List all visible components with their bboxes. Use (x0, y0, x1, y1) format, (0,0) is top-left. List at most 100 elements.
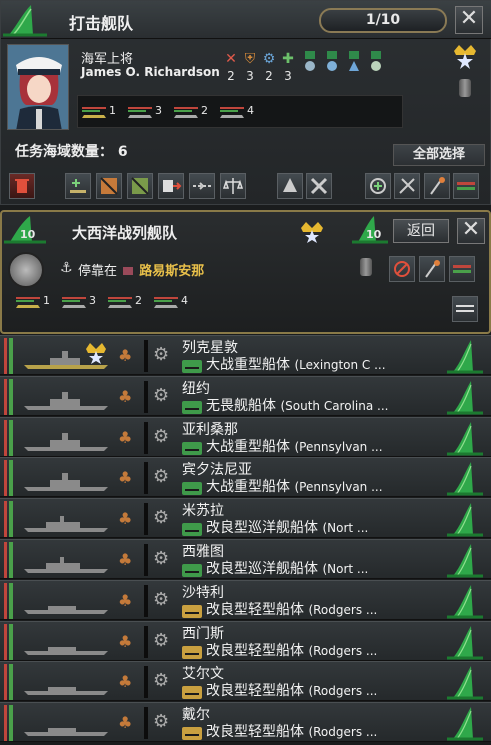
ship-row[interactable]: ♣ ⚙ 戴尔 改良型轻型船体 (Rodgers ... (0, 702, 491, 743)
ship-silhouette (20, 460, 112, 496)
port-icon[interactable] (8, 252, 44, 288)
add-ship-icon[interactable] (65, 173, 91, 199)
battleship-icon (182, 358, 202, 373)
cruiser-icon (182, 562, 202, 577)
status-bars (4, 623, 14, 660)
dd-icon (154, 294, 178, 308)
select-all-button[interactable]: 全部选择 (393, 144, 485, 166)
sail-icon[interactable] (445, 705, 485, 741)
gear-icon[interactable]: ⚙ (153, 548, 169, 569)
ship-row[interactable]: ♣ ⚙ 艾尔文 改良型轻型船体 (Rodgers ... (0, 661, 491, 702)
divider (144, 666, 148, 699)
ship-class-english: (Rodgers ... (308, 684, 378, 699)
status-bars (4, 705, 14, 742)
skill-value: 3 (284, 69, 292, 83)
formation-icon[interactable] (452, 296, 478, 322)
ship-silhouette (20, 420, 112, 456)
target-icon[interactable] (365, 173, 391, 199)
sail-icon[interactable] (445, 501, 485, 537)
gear-icon[interactable]: ⚙ (153, 630, 169, 651)
fleet-composition: 1 3 2 4 (16, 292, 216, 312)
dd-icon (220, 104, 244, 118)
ship-class-name: 改良型轻型船体 (206, 642, 304, 659)
fleet-stack-icon[interactable] (449, 256, 475, 282)
ship-row[interactable]: ♣ ⚙ 亚利桑那 大战重型船体 (Pennsylvan ... (0, 416, 491, 457)
c-icon (108, 294, 132, 308)
c-count: 2 (201, 104, 208, 117)
no-target-icon[interactable] (389, 256, 415, 282)
fleet-sail-icon (3, 3, 47, 37)
atlantic-fleet-panel: 10 大西洋战列舰队 10 返回 ✕ ⚓ 停靠在 路易斯安那 1 3 2 4 (0, 210, 491, 334)
ship-class-english: (Pennsylvan ... (294, 480, 383, 495)
status-bars (4, 419, 14, 456)
ship-class: 改良型轻型船体 (Rodgers ... (206, 721, 377, 741)
gear-icon[interactable]: ⚙ (153, 466, 169, 487)
admiral-portrait[interactable] (7, 44, 69, 130)
skill-value: 3 (246, 69, 254, 83)
dock-location[interactable]: 路易斯安那 (139, 264, 204, 279)
ship-class: 改良型巡洋舰船体 (Nort ... (206, 558, 368, 578)
ship-class: 无畏舰船体 (South Carolina ... (206, 395, 388, 415)
ship-class-english: (Rodgers ... (308, 643, 378, 658)
trash-icon[interactable] (9, 173, 35, 199)
ship-row[interactable]: ♣ ⚙ 沙特利 改良型轻型船体 (Rodgers ... (0, 579, 491, 620)
ship-row[interactable]: ♣ ⚙ 西雅图 改良型巡洋舰船体 (Nort ... (0, 539, 491, 579)
torch-icon[interactable] (424, 173, 450, 199)
arrange-icon[interactable] (189, 173, 215, 199)
mission-region-count: 任务海域数量： 6 (15, 144, 128, 160)
sail-icon[interactable] (445, 664, 485, 700)
gear-icon[interactable]: ⚙ (153, 426, 169, 447)
divider (144, 462, 148, 495)
ship-silhouette (20, 624, 112, 660)
ship-row[interactable]: ♣ ⚙ 纽约 无畏舰船体 (South Carolina ... (0, 375, 491, 416)
balance-icon[interactable] (220, 173, 246, 199)
sail-icon[interactable] (445, 624, 485, 660)
gear-icon[interactable]: ⚙ (153, 507, 169, 528)
gear-icon[interactable]: ⚙ (153, 670, 169, 691)
battleship-icon (182, 399, 202, 414)
sail-icon[interactable] (445, 338, 485, 374)
tools-icon[interactable] (394, 173, 420, 199)
sail-icon[interactable] (445, 460, 485, 496)
gear-icon[interactable]: ⚙ (153, 344, 169, 365)
divider (144, 707, 148, 740)
ship-class-name: 无畏舰船体 (206, 397, 276, 414)
crew-icon: ♣ (118, 509, 133, 529)
sail-icon[interactable] (445, 542, 485, 578)
fleet-stack-icon[interactable] (453, 173, 479, 199)
merge-fleet-icon[interactable] (127, 173, 153, 199)
fleet-composition: 1 3 2 4 (77, 95, 403, 128)
transfer-icon[interactable] (158, 173, 184, 199)
acr-count: 1 (43, 294, 50, 307)
divider (144, 584, 148, 617)
flagship-crown-icon (84, 340, 108, 366)
ship-class-name: 改良型轻型船体 (206, 683, 304, 700)
ship-row[interactable]: ♣ ⚙ 列克星敦 大战重型船体 (Lexington C ... (0, 335, 491, 375)
ship-row[interactable]: ♣ ⚙ 西门斯 改良型轻型船体 (Rodgers ... (0, 620, 491, 661)
repair-icon[interactable] (306, 173, 332, 199)
upgrade-icon[interactable] (277, 173, 303, 199)
gear-icon[interactable]: ⚙ (153, 385, 169, 406)
bb-icon (62, 294, 86, 308)
gear-icon[interactable]: ⚙ (153, 589, 169, 610)
ship-silhouette (20, 501, 112, 537)
split-fleet-icon[interactable] (96, 173, 122, 199)
gear-icon[interactable]: ⚙ (153, 711, 169, 732)
skill-value: 2 (227, 69, 235, 83)
sail-icon[interactable] (445, 583, 485, 619)
ship-row[interactable]: ♣ ⚙ 宾夕法尼亚 大战重型船体 (Pennsylvan ... (0, 457, 491, 498)
crew-icon: ♣ (118, 672, 133, 692)
fleet-title: 大西洋战列舰队 (72, 224, 178, 242)
return-button[interactable]: 返回 (393, 219, 449, 243)
close-button[interactable]: ✕ (455, 6, 483, 34)
torch-icon[interactable] (419, 256, 445, 282)
ship-class-english: (Nort ... (322, 521, 369, 536)
ship-row[interactable]: ♣ ⚙ 米苏拉 改良型巡洋舰船体 (Nort ... (0, 498, 491, 539)
crew-icon: ♣ (118, 386, 133, 406)
sail-icon[interactable] (445, 379, 485, 415)
sail-icon[interactable] (445, 420, 485, 456)
admiral-name: James O. Richardson (81, 65, 220, 79)
ship-silhouette (20, 705, 112, 741)
crew-icon: ♣ (118, 590, 133, 610)
close-button[interactable]: ✕ (457, 218, 485, 244)
